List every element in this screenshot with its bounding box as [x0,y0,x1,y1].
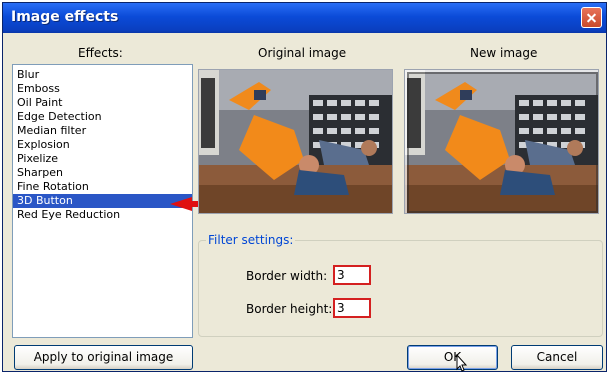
border-height-field[interactable]: 3 [333,298,371,318]
mouse-pointer-icon [456,354,468,372]
original-image-preview [198,69,393,214]
close-icon[interactable] [581,7,602,28]
window-title: Image effects [11,9,119,25]
border-width-label: Border width: [246,269,328,283]
list-item-fine-rotation[interactable]: Fine Rotation [13,180,192,194]
original-image-label: Original image [258,46,347,60]
border-height-label: Border height: [246,302,333,316]
effects-label: Effects: [78,46,123,60]
apply-to-original-button[interactable]: Apply to original image [14,345,193,370]
ok-button[interactable]: OK [407,345,498,370]
list-item-emboss[interactable]: Emboss [13,82,192,96]
list-item-red-eye-reduction[interactable]: Red Eye Reduction [13,208,192,222]
new-image-label: New image [470,46,538,60]
list-item-pixelize[interactable]: Pixelize [13,152,192,166]
border-width-field[interactable]: 3 [333,265,371,285]
list-item-edge-detection[interactable]: Edge Detection [13,110,192,124]
cancel-button[interactable]: Cancel [511,345,603,370]
title-bar[interactable]: Image effects [3,3,606,33]
filter-settings-label: Filter settings: [206,233,296,247]
list-item-explosion[interactable]: Explosion [13,138,192,152]
list-item-oil-paint[interactable]: Oil Paint [13,96,192,110]
list-item-median-filter[interactable]: Median filter [13,124,192,138]
list-item-3d-button[interactable]: 3D Button [13,194,192,208]
filter-settings-group [198,240,603,337]
list-item-blur[interactable]: Blur [13,68,192,82]
new-image-preview [404,69,599,214]
effects-list[interactable]: Blur Emboss Oil Paint Edge Detection Med… [12,64,193,338]
list-item-sharpen[interactable]: Sharpen [13,166,192,180]
